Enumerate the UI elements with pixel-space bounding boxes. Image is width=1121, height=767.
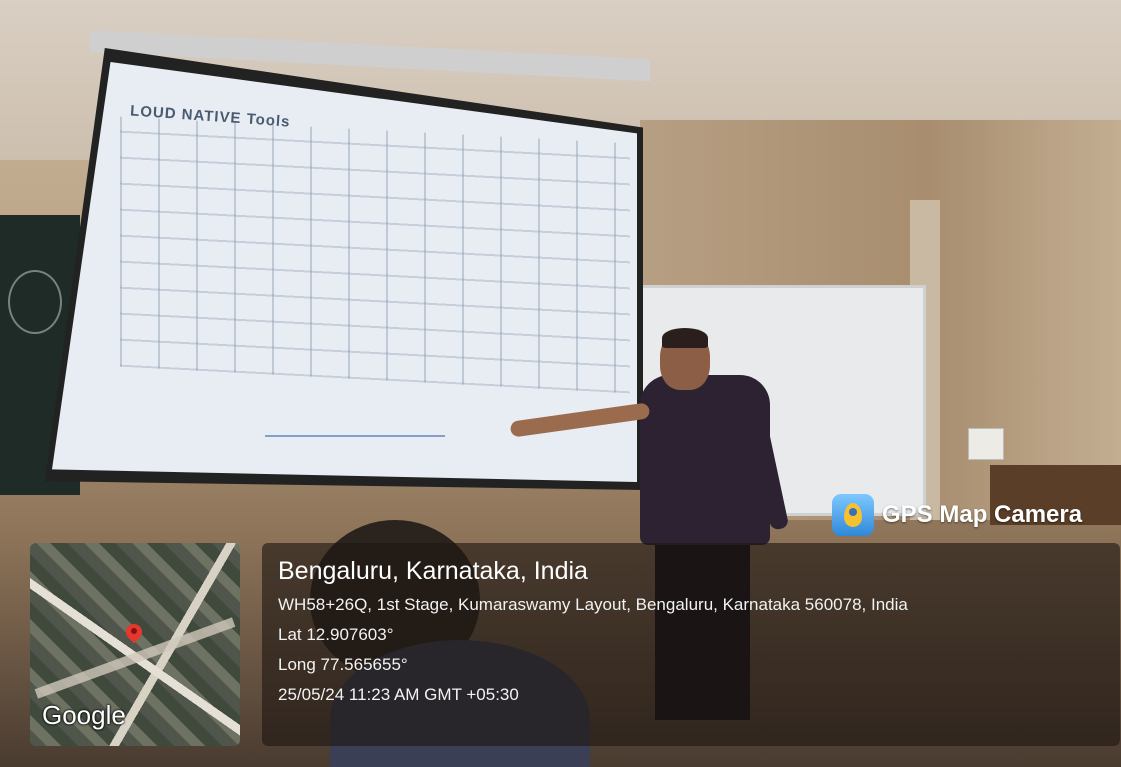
datetime-label: 25/05/24 11:23 AM GMT +05:30 — [278, 685, 519, 704]
wall-switch — [968, 428, 1004, 460]
gps-app-icon — [832, 494, 874, 536]
gps-camera-watermark: GPS Map Camera — [832, 494, 1082, 536]
google-logo: Google — [42, 700, 126, 730]
address-label: WH58+26Q, 1st Stage, Kumaraswamy Layout,… — [278, 595, 908, 614]
city-label: Bengaluru, Karnataka, India — [278, 557, 588, 585]
location-info-panel: Bengaluru, Karnataka, India WH58+26Q, 1s… — [262, 543, 1120, 746]
slide-tool-grid — [120, 116, 630, 394]
presenter-hair — [662, 328, 708, 348]
location-pin-icon — [844, 503, 862, 527]
latitude-label: Lat 12.907603° — [278, 625, 394, 644]
presenter — [640, 375, 770, 545]
longitude-label: Long 77.565655° — [278, 655, 408, 674]
map-location-pin-icon — [122, 620, 146, 646]
chalk-drawing — [8, 270, 62, 334]
slide-reference-link — [265, 425, 445, 437]
app-name: GPS Map Camera — [882, 501, 1083, 528]
